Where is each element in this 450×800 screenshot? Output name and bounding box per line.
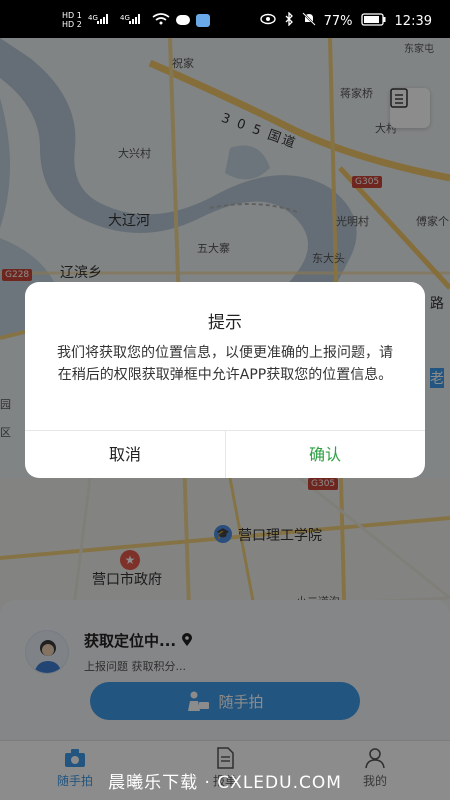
status-left: HD 1 HD 2 4G 4G (62, 11, 210, 29)
battery-percent: 77% (323, 13, 353, 29)
sim2-label: HD 2 (62, 20, 82, 29)
mute-icon (301, 12, 316, 30)
bluetooth-icon (284, 11, 294, 30)
permission-dialog: 提示 我们将获取您的位置信息，以便更准确的上报问题，请在稍后的权限获取弹框中允许… (25, 282, 425, 478)
signal-icon: 4G (88, 13, 114, 27)
wifi-icon (152, 13, 170, 27)
svg-text:4G: 4G (88, 14, 98, 22)
status-bar: HD 1 HD 2 4G 4G 77% 12:39 (0, 0, 450, 40)
eye-icon (259, 13, 276, 29)
app-notification-icon (195, 13, 210, 27)
svg-text:4G: 4G (120, 14, 130, 22)
battery-icon (360, 12, 387, 30)
cancel-button[interactable]: 取消 (25, 431, 225, 478)
dialog-message: 我们将获取您的位置信息，以便更准确的上报问题，请在稍后的权限获取弹框中允许APP… (57, 345, 393, 383)
sim-indicator: HD 1 HD 2 (62, 11, 82, 29)
message-icon (175, 15, 190, 25)
confirm-button[interactable]: 确认 (225, 431, 425, 478)
dialog-title: 提示 (208, 313, 242, 333)
watermark: 晨曦乐下载 · CXLEDU.COM (108, 773, 342, 793)
status-right: 77% 12:39 (259, 11, 432, 30)
clock: 12:39 (394, 13, 432, 29)
sim1-label: HD 1 (62, 11, 82, 20)
signal-icon-2: 4G (120, 13, 146, 27)
